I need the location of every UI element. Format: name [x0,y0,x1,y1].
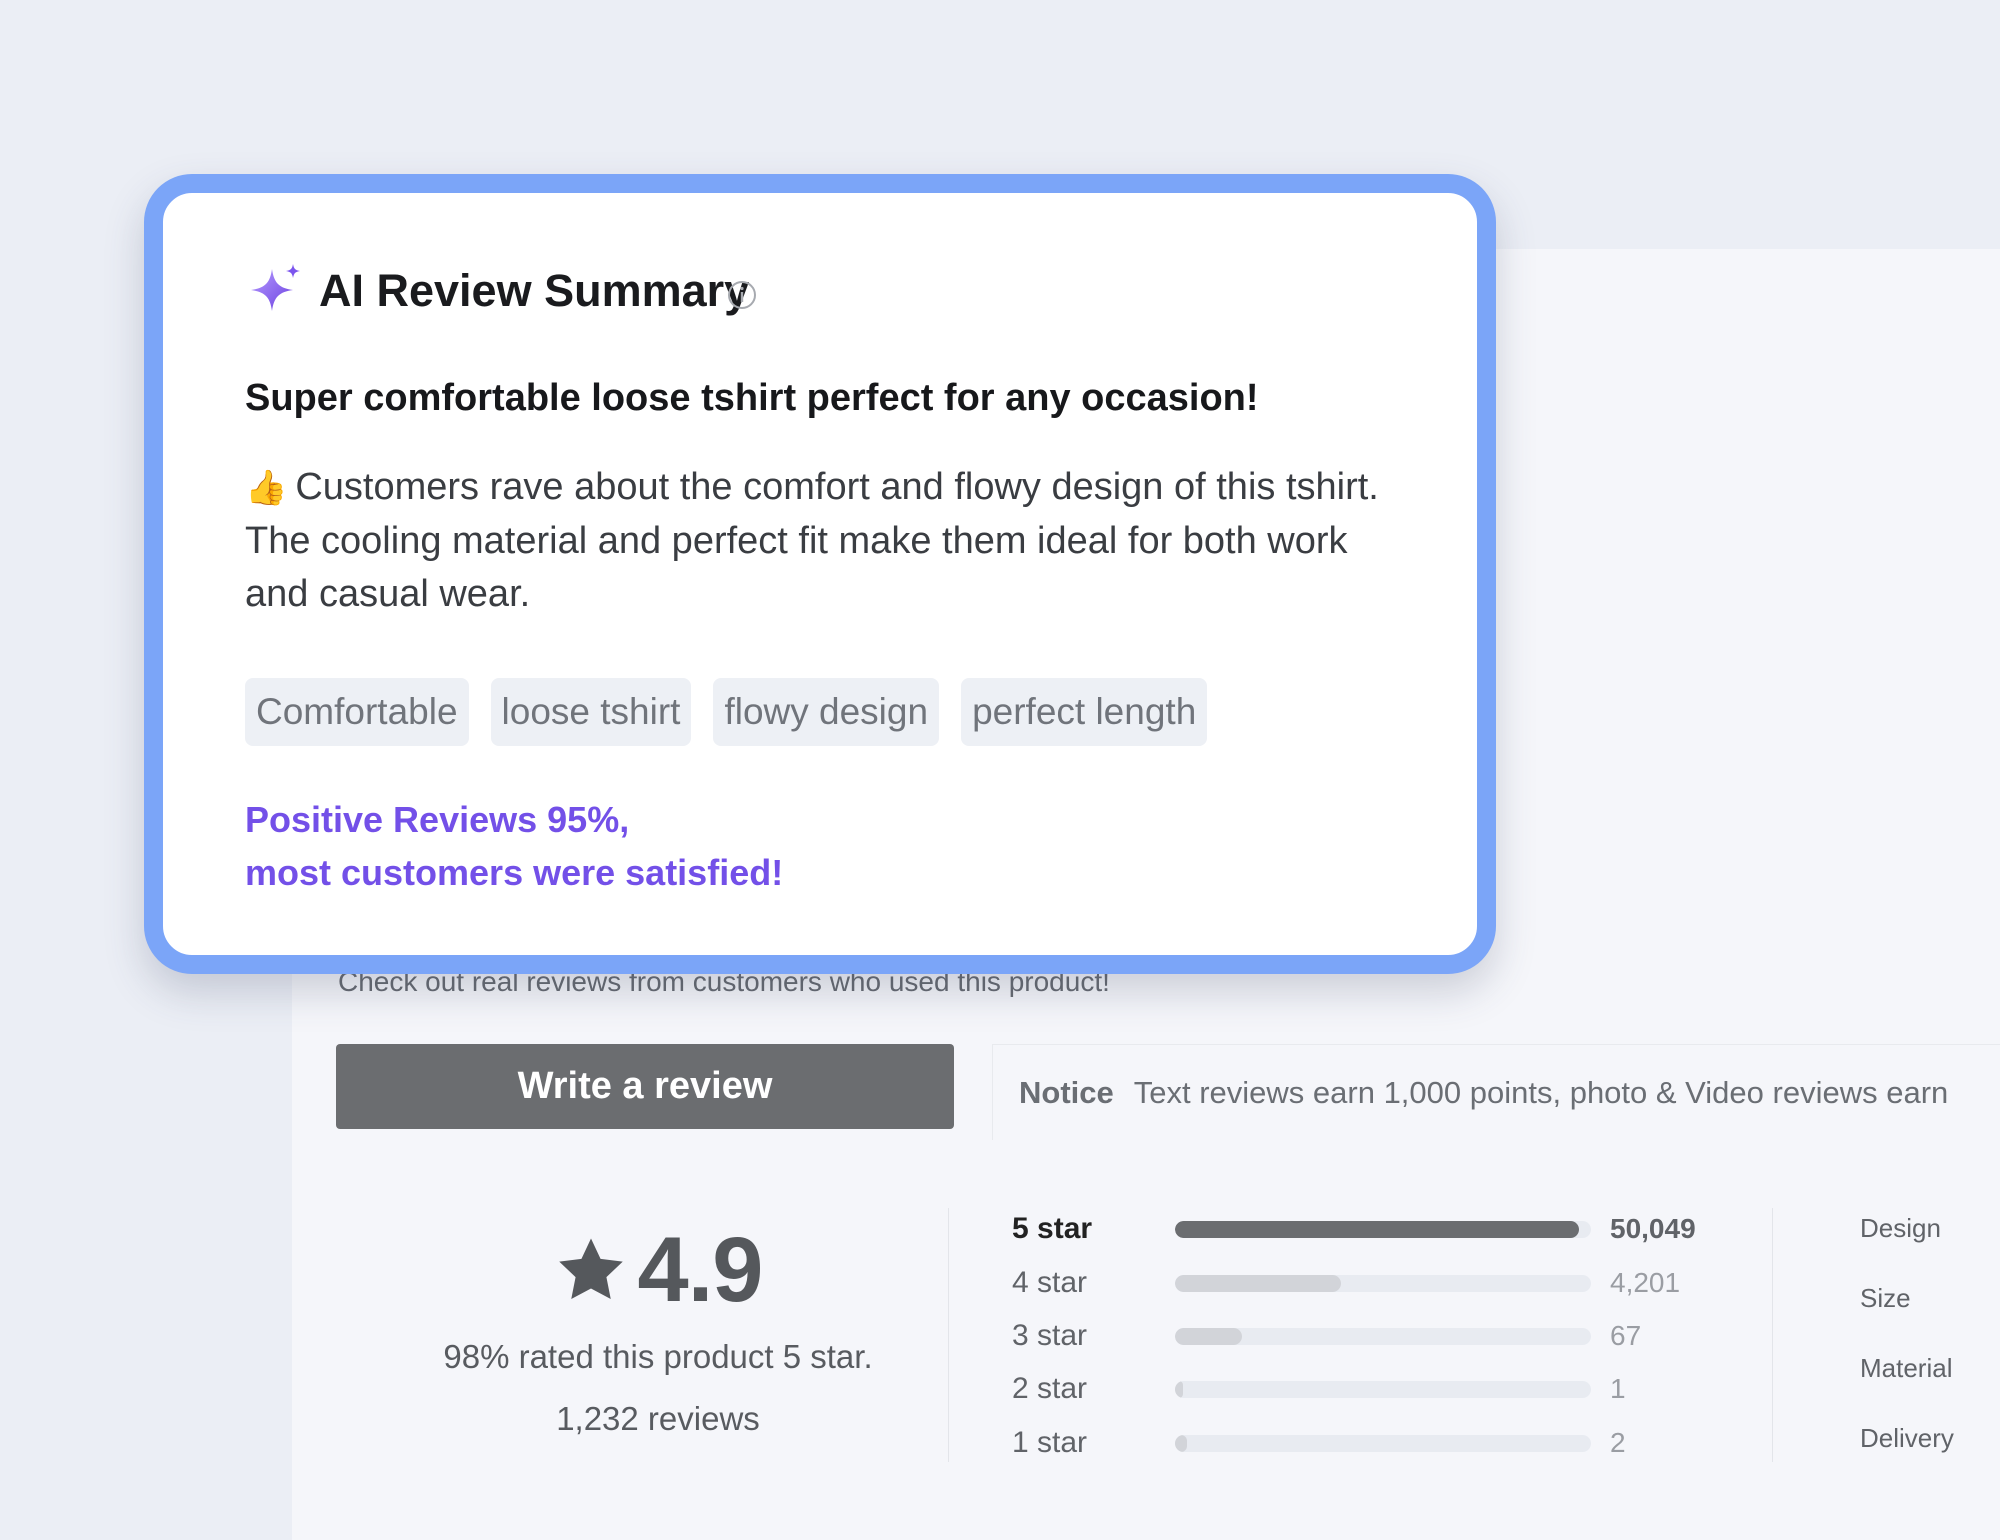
rating-row-label: 2 star [1012,1372,1088,1405]
category-size: Size [1860,1283,1911,1313]
rating-bar-fill [1175,1275,1342,1292]
ai-summary-headline: Super comfortable loose tshirt perfect f… [245,377,1259,419]
rating-row-4[interactable]: 4 star 4,201 [1012,1263,1752,1303]
positive-reviews-line2: most customers were satisfied! [245,852,784,893]
rated-text: 98% rated this product 5 star. [443,1338,873,1375]
keyword-tag[interactable]: Comfortable [245,678,469,746]
keyword-tag[interactable]: flowy design [713,678,940,746]
rating-bar-fill [1175,1435,1188,1452]
positive-reviews-line1: Positive Reviews 95%, [245,799,630,840]
rating-score: 4.9 [637,1218,764,1321]
divider [1772,1208,1773,1462]
review-count: 1,232 reviews [556,1400,760,1437]
category-delivery: Delivery [1860,1423,1954,1453]
rating-row-1[interactable]: 1 star 2 [1012,1423,1752,1463]
rating-row-count: 4,201 [1610,1267,1681,1298]
rating-row-count: 67 [1610,1320,1642,1351]
write-review-button[interactable]: Write a review [336,1044,954,1129]
positive-reviews-summary: Positive Reviews 95%, most customers wer… [245,793,783,899]
divider [948,1208,949,1462]
notice-text: Text reviews earn 1,000 points, photo & … [1133,1074,1949,1110]
rating-bar [1175,1221,1591,1238]
rating-row-label: 3 star [1012,1319,1088,1352]
star-icon [558,1238,623,1299]
keyword-tag[interactable]: loose tshirt [490,678,692,746]
rating-row-count: 50,049 [1610,1213,1696,1244]
rating-row-label: 5 star [1012,1212,1093,1245]
ai-summary-text: Customers rave about the comfort and flo… [245,466,1379,615]
rating-row-label: 4 star [1012,1266,1088,1299]
rating-bar [1175,1435,1591,1452]
notice-bar: Notice Text reviews earn 1,000 points, p… [992,1044,2000,1140]
sparkle-star-icon [251,264,300,311]
rating-row-label: 1 star [1012,1426,1088,1459]
info-icon[interactable] [727,280,757,310]
thumbs-up-icon: 👍 [245,469,288,507]
rating-row-2[interactable]: 2 star 1 [1012,1369,1752,1409]
keyword-tags: Comfortable loose tshirt flowy design pe… [245,678,1208,746]
notice-label: Notice [1019,1074,1114,1110]
rating-bar-fill [1175,1381,1184,1398]
rating-bar-fill [1175,1328,1242,1345]
rating-bar-fill [1175,1221,1579,1238]
category-material: Material [1860,1353,1953,1383]
ai-summary-title: AI Review Summary [319,265,750,316]
ai-summary-header: AI Review Summary [245,261,757,321]
ai-summary-body: 👍 Customers rave about the comfort and fl… [245,461,1405,621]
rating-bar [1175,1381,1591,1398]
rating-row-5[interactable]: 5 star 50,049 [1012,1209,1752,1249]
keyword-tag[interactable]: perfect length [961,678,1208,746]
rating-row-count: 1 [1610,1373,1626,1404]
rating-bar [1175,1328,1591,1345]
rating-summary: 4.9 98% rated this product 5 star. 1,232… [368,1200,948,1460]
category-design: Design [1860,1213,1941,1243]
rating-bar [1175,1275,1591,1292]
ai-review-summary-card: AI Review Summary Super comfortable loos… [144,174,1496,974]
rating-row-3[interactable]: 3 star 67 [1012,1316,1752,1356]
rating-row-count: 2 [1610,1427,1626,1458]
